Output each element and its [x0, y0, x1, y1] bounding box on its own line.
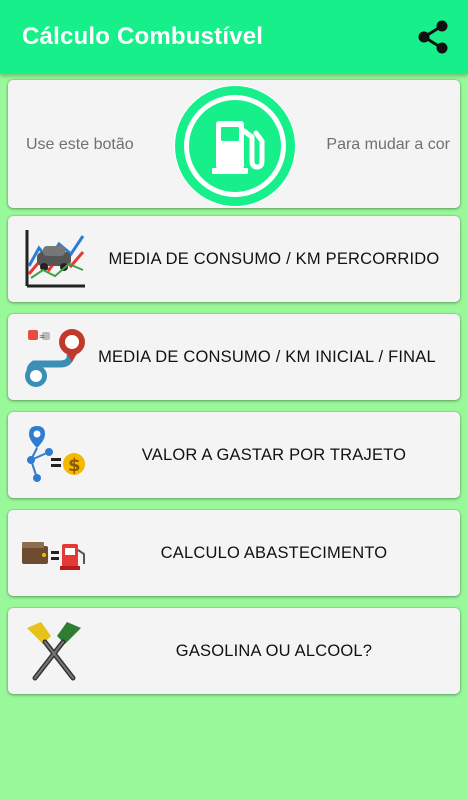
menu-item-trip-cost[interactable]: $ VALOR A GASTAR POR TRAJETO: [8, 412, 460, 498]
change-color-button[interactable]: [174, 85, 296, 207]
app-bar: Cálculo Combustível: [0, 0, 468, 74]
color-hint-right: Para mudar a cor: [326, 136, 450, 153]
color-change-card: Use este botão Para mudar a cor: [8, 80, 460, 208]
color-hint-left: Use este botão: [26, 136, 134, 153]
menu-item-label: VALOR A GASTAR POR TRAJETO: [141, 445, 407, 464]
svg-text:=: =: [39, 333, 45, 341]
svg-text:$: $: [68, 455, 81, 476]
share-icon[interactable]: [416, 20, 450, 54]
menu-item-gas-or-alcohol[interactable]: GASOLINA OU ALCOOL?: [8, 608, 460, 694]
fuel-nozzles-icon: [20, 616, 88, 686]
menu-item-label: CALCULO ABASTECIMENTO: [160, 543, 388, 562]
route-cost-icon: $: [20, 420, 88, 490]
consumption-chart-icon: [20, 224, 88, 294]
menu-item-label: GASOLINA OU ALCOOL?: [175, 641, 373, 660]
menu-item-refuel-calc[interactable]: CALCULO ABASTECIMENTO: [8, 510, 460, 596]
app-title: Cálculo Combustível: [22, 23, 264, 50]
menu-item-consumption-start-end[interactable]: = MEDIA DE CONSUMO / KM INICIAL / FINAL: [8, 314, 460, 400]
route-map-icon: =: [20, 322, 88, 392]
menu-item-consumption-distance[interactable]: MEDIA DE CONSUMO / KM PERCORRIDO: [8, 216, 460, 302]
menu-item-label: MEDIA DE CONSUMO / KM INICIAL / FINAL: [98, 347, 436, 366]
wallet-fuel-icon: [20, 518, 88, 588]
menu-item-label: MEDIA DE CONSUMO / KM PERCORRIDO: [108, 249, 440, 268]
